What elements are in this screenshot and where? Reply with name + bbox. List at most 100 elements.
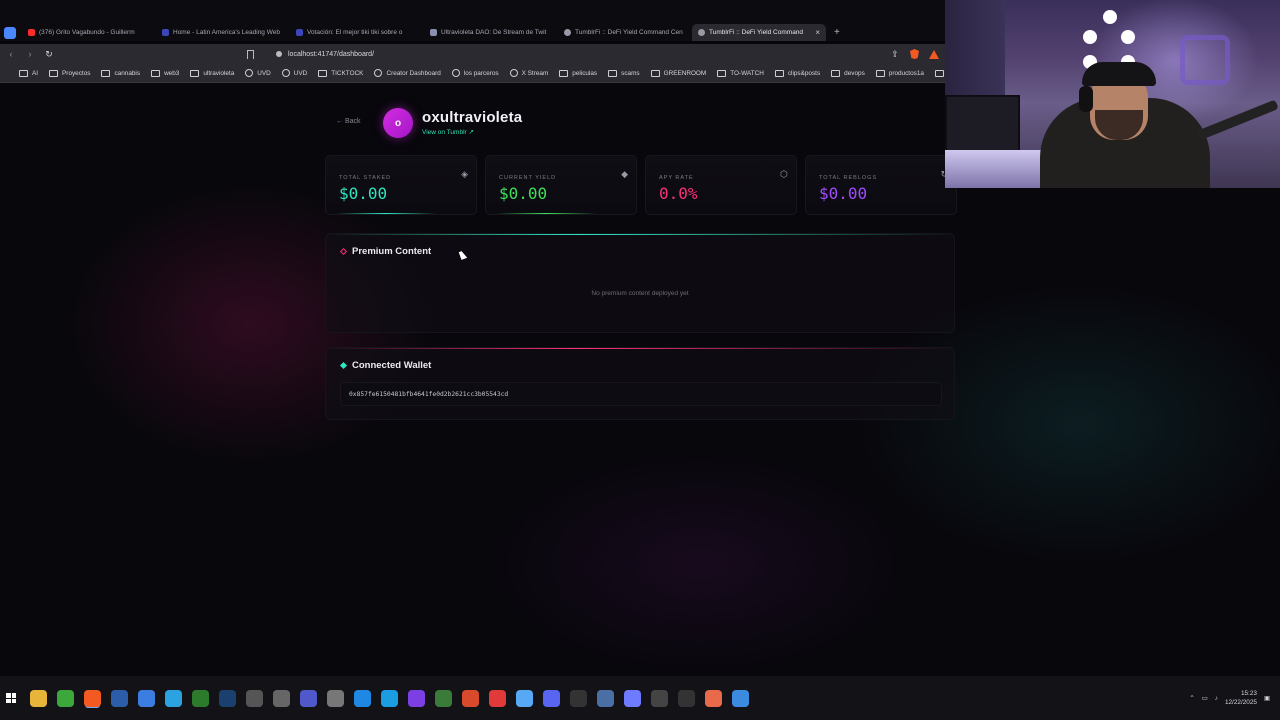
site-icon bbox=[245, 69, 254, 77]
folder-icon bbox=[559, 69, 569, 77]
url-text[interactable]: localhost:41747/dashboard/ bbox=[288, 51, 374, 58]
file-explorer-icon[interactable] bbox=[30, 689, 47, 707]
tab-votacion[interactable]: Votación: El mejor tiki tiki sobre o bbox=[290, 24, 424, 41]
powershell-icon[interactable] bbox=[111, 689, 128, 707]
edge-icon[interactable] bbox=[381, 689, 398, 707]
steam-icon[interactable] bbox=[219, 689, 236, 707]
chatgpt-icon[interactable] bbox=[678, 689, 695, 707]
bookmark-item[interactable]: ru bbox=[934, 69, 945, 77]
bookmark-item[interactable]: UVD bbox=[281, 69, 307, 77]
bookmark-label: X Stream bbox=[521, 69, 549, 77]
bookmark-label: UVD bbox=[257, 69, 271, 77]
apps-icon[interactable] bbox=[6, 69, 8, 78]
notepad-icon[interactable] bbox=[732, 689, 749, 707]
bookmark-item[interactable]: cannabis bbox=[101, 69, 140, 77]
bookmark-item[interactable]: devops bbox=[831, 69, 865, 77]
clock[interactable]: 15:23 12/22/2025 bbox=[1225, 689, 1257, 707]
arc-icon[interactable] bbox=[624, 689, 641, 707]
teams-icon[interactable] bbox=[300, 689, 317, 707]
start-icon[interactable] bbox=[6, 693, 16, 703]
app-icon[interactable] bbox=[651, 689, 668, 707]
chrome-icon[interactable] bbox=[138, 689, 155, 707]
bookmark-item[interactable]: TO-WATCH bbox=[717, 69, 764, 77]
url-field[interactable]: localhost:41747/dashboard/ bbox=[243, 47, 823, 61]
bookmark-item[interactable]: clips&posts bbox=[774, 69, 820, 77]
bookmark-label: AI bbox=[32, 69, 39, 77]
brave-rewards-icon[interactable] bbox=[929, 49, 939, 59]
app-icon[interactable] bbox=[273, 689, 290, 707]
app-icon[interactable] bbox=[516, 689, 533, 707]
terminal-icon[interactable] bbox=[435, 689, 452, 707]
bookmark-item[interactable]: web3 bbox=[151, 69, 180, 77]
volume-icon[interactable]: ♪ bbox=[1215, 695, 1218, 702]
bookmark-label: devops bbox=[844, 69, 865, 77]
reload-icon[interactable]: ↻ bbox=[44, 49, 54, 60]
capcut-icon[interactable] bbox=[570, 689, 587, 707]
bookmark-label: web3 bbox=[164, 69, 180, 77]
bookmark-item[interactable]: scams bbox=[608, 69, 640, 77]
telegram-icon[interactable] bbox=[165, 689, 182, 707]
new-tab-button[interactable]: + bbox=[834, 27, 840, 38]
webcam-overlay bbox=[945, 0, 1280, 188]
stat-value: 0.0% bbox=[659, 184, 698, 203]
back-link[interactable]: ← Back bbox=[336, 118, 361, 125]
bookmark-item[interactable]: los parceros bbox=[451, 69, 499, 77]
tab-tumblrfi-1[interactable]: TumblrFi :: DeFi Yield Command Cen bbox=[558, 24, 692, 41]
network-icon[interactable]: ▭ bbox=[1202, 694, 1208, 702]
discord-icon[interactable] bbox=[543, 689, 560, 707]
bookmark-item[interactable]: UVD bbox=[245, 69, 271, 77]
brave-browser-icon[interactable] bbox=[84, 689, 101, 707]
bookmark-item[interactable]: X Stream bbox=[509, 69, 549, 77]
share-icon[interactable]: ⇪ bbox=[890, 49, 900, 60]
stat-label: TOTAL STAKED bbox=[339, 175, 392, 181]
stat-label: APY RATE bbox=[659, 175, 694, 181]
bookmark-icon[interactable] bbox=[247, 49, 254, 59]
folder-icon bbox=[831, 69, 841, 77]
tab-home[interactable]: Home - Latin America's Leading Web bbox=[156, 24, 290, 41]
bookmark-item[interactable]: ultravioleta bbox=[190, 69, 235, 77]
xbox-app-icon[interactable] bbox=[192, 689, 209, 707]
tab-ultravioleta[interactable]: Ultravioleta DAO: De Stream de Twit bbox=[424, 24, 558, 41]
visual-studio-icon[interactable] bbox=[408, 689, 425, 707]
close-tab-icon[interactable]: × bbox=[815, 28, 820, 37]
tab-tumblrfi-active[interactable]: TumblrFi :: DeFi Yield Command × bbox=[692, 24, 826, 41]
app-icon[interactable] bbox=[246, 689, 263, 707]
folder-icon bbox=[49, 69, 59, 77]
sidebar-toggle-icon[interactable] bbox=[4, 26, 16, 39]
window-titlebar bbox=[0, 0, 945, 24]
settings-icon[interactable] bbox=[327, 689, 344, 707]
folder-icon bbox=[190, 69, 200, 77]
bookmark-item[interactable]: peliculas bbox=[559, 69, 597, 77]
wallet-address[interactable]: 0x857fe6150481bfb4641fe0d2b2621cc3b05543… bbox=[340, 382, 942, 406]
bookmark-label: los parceros bbox=[463, 69, 499, 77]
tab-youtube[interactable]: (376) Grito Vagabundo - Guillerm bbox=[22, 24, 156, 41]
folder-icon bbox=[19, 69, 28, 77]
bookmark-item[interactable]: Proyectos bbox=[49, 69, 90, 77]
bookmark-item[interactable]: productos1a bbox=[875, 69, 924, 77]
bookmark-item[interactable]: Creator Dashboard bbox=[374, 69, 441, 77]
app-icon[interactable] bbox=[462, 689, 479, 707]
vscode-icon[interactable] bbox=[354, 689, 371, 707]
bookmark-item[interactable]: GREENROOM bbox=[650, 69, 706, 77]
diamond-icon: ◆ bbox=[621, 169, 628, 179]
app-icon[interactable] bbox=[489, 689, 506, 707]
bookmark-label: ultravioleta bbox=[203, 69, 235, 77]
chevron-up-icon[interactable]: ⌃ bbox=[1189, 694, 1194, 702]
view-on-tumblr-link[interactable]: View on Tumblr ↗ bbox=[422, 128, 474, 136]
username-title: oxultravioleta bbox=[422, 109, 523, 126]
notification-icon[interactable]: ▣ bbox=[1264, 694, 1270, 702]
empty-state-text: No premium content deployed yet bbox=[591, 290, 689, 297]
stat-label: TOTAL REBLOGS bbox=[819, 175, 878, 181]
bookmarks-bar: AI Proyectos cannabis web3 ultravioleta UVD UV… bbox=[0, 64, 945, 83]
xbox-icon[interactable] bbox=[57, 689, 74, 707]
forward-icon[interactable]: › bbox=[25, 49, 35, 59]
back-icon[interactable]: ‹ bbox=[6, 49, 16, 59]
site-icon bbox=[162, 29, 169, 36]
bookmark-item[interactable]: TICKTOCK bbox=[318, 69, 363, 77]
brave-shields-icon[interactable] bbox=[910, 49, 919, 59]
bookmark-item[interactable]: AI bbox=[19, 69, 39, 77]
site-icon bbox=[374, 69, 383, 77]
app-icon[interactable] bbox=[705, 689, 722, 707]
app-icon[interactable] bbox=[597, 689, 614, 707]
site-info-icon[interactable] bbox=[276, 51, 282, 57]
